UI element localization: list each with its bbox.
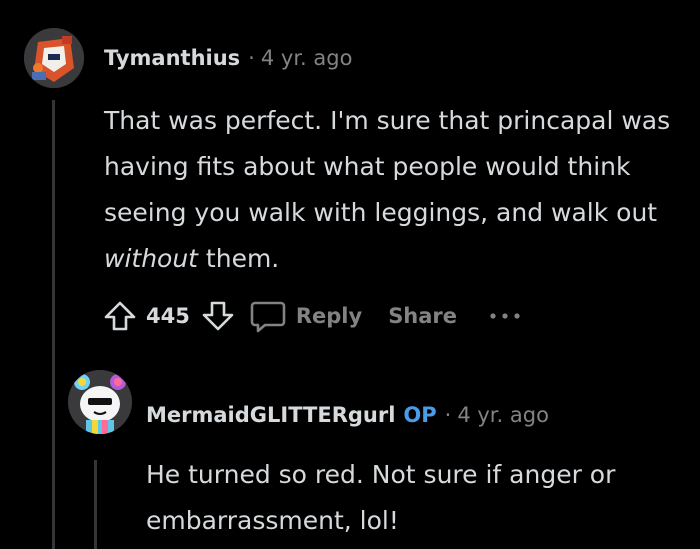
upvote-button[interactable]: [98, 294, 142, 338]
share-button[interactable]: Share: [388, 294, 457, 338]
reply-button[interactable]: Reply: [246, 294, 362, 338]
downvote-button[interactable]: [196, 294, 240, 338]
avatar[interactable]: [24, 28, 84, 88]
timestamp[interactable]: 4 yr. ago: [457, 403, 549, 427]
share-label: Share: [388, 304, 458, 328]
ellipsis-icon: [490, 313, 520, 319]
robot-avatar-icon: [24, 28, 84, 88]
comment-text-end: them.: [197, 244, 280, 273]
comment-body: He turned so red. Not sure if anger or e…: [146, 460, 616, 535]
comment-header: MermaidGLITTERgurl OP · 4 yr. ago: [146, 403, 549, 427]
reply-label: Reply: [295, 304, 363, 328]
comment-body: That was perfect. I'm sure that princapa…: [104, 98, 694, 282]
thread-line[interactable]: [52, 100, 55, 549]
username[interactable]: Tymanthius: [104, 46, 240, 70]
timestamp[interactable]: 4 yr. ago: [261, 46, 353, 70]
panda-avatar-icon: [68, 370, 132, 434]
upvote-arrow-icon: [104, 301, 136, 331]
comment-text-italic: without: [104, 244, 198, 273]
avatar[interactable]: [68, 370, 132, 434]
comment-actions: 445 Reply Share: [98, 293, 523, 339]
username[interactable]: MermaidGLITTERgurl: [146, 403, 395, 427]
comment-text: That was perfect. I'm sure that princapa…: [104, 106, 671, 227]
vote-count: 445: [146, 304, 190, 328]
comment-thread: Tymanthius · 4 yr. ago That was perfect.…: [0, 0, 700, 549]
comment-header: Tymanthius · 4 yr. ago: [104, 46, 352, 70]
downvote-arrow-icon: [202, 301, 234, 331]
separator-dot: ·: [248, 46, 255, 70]
speech-bubble-icon: [246, 294, 290, 338]
separator-dot: ·: [444, 403, 452, 427]
thread-line[interactable]: [94, 460, 97, 549]
op-badge: OP: [403, 403, 437, 427]
more-options-button[interactable]: [487, 298, 523, 334]
